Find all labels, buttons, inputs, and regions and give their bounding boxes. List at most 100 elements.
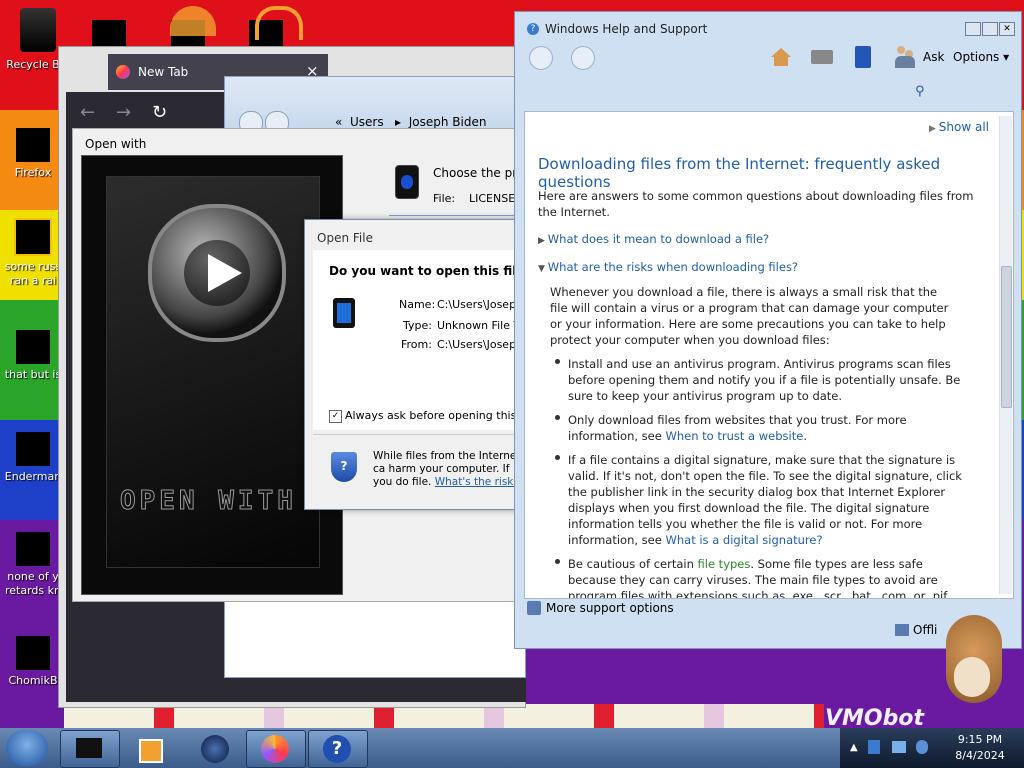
desktop-icon-file[interactable]: that but is [2,330,64,382]
faq-answer: Whenever you download a file, there is a… [550,285,949,347]
desktop-icon-file[interactable]: some russ ran a rai [2,218,64,288]
open-file-question: Do you want to open this file? [329,264,532,278]
desktop-icon-enderman[interactable]: Enderman [2,432,64,484]
tab-label: New Tab [138,65,189,79]
network-icon[interactable] [892,741,906,753]
play-button-icon [148,204,286,342]
taskbar-app-firefox[interactable] [246,730,306,768]
warning-text: While files from the Internet ca harm yo… [373,450,521,488]
icon-label: ChomikB [8,674,58,687]
name-value: C:\Users\Joseph [437,298,524,311]
dialog-title: Open with [85,137,147,151]
icon-label: Firefox [14,166,52,179]
desktop-icon-redacted[interactable] [92,20,126,46]
type-value: Unknown File T [437,319,521,332]
forward-icon[interactable] [571,46,595,70]
faq-question-2[interactable]: ▼ What are the risks when downloading fi… [538,260,798,274]
help-icon: ? [323,735,351,763]
support-icon [527,601,541,615]
icon-label: none of y retards kn [5,570,61,597]
print-icon[interactable] [811,50,833,64]
start-button[interactable] [6,730,48,766]
app-icon [16,636,50,670]
back-icon[interactable] [529,46,553,70]
article-heading: Downloading files from the Internet: fre… [538,155,941,191]
app-icon [16,432,50,466]
bullet-icon [553,556,561,564]
offline-icon [895,624,909,636]
taskbar-app-media[interactable] [122,730,182,768]
icon-label: that but is [4,368,62,381]
checkbox-label: Always ask before opening this file [345,409,537,422]
search-icon[interactable]: ⚲ [915,84,925,99]
tray-app-icon[interactable] [868,740,880,754]
reload-icon[interactable]: ↻ [152,102,167,123]
help-icon: ? [527,23,539,35]
breadcrumb[interactable]: « Users ▸ Joseph Biden [335,115,486,129]
from-value: C:\Users\Joseph [437,338,524,351]
icon-label: some russ ran a rai [4,260,62,287]
close-icon[interactable]: ✕ [999,22,1015,36]
tip-file-types: Be cautious of certain file types. Some … [568,557,951,599]
name-label: Name: [399,298,436,311]
desktop-icon-firefox[interactable]: Firefox [2,128,64,180]
tip-trusted-sites: Only download files from websites that y… [568,413,907,443]
desktop-icon-recycle-bin[interactable]: Recycle B [2,58,64,72]
scrollbar[interactable] [999,116,1012,594]
maximize-icon[interactable] [982,22,998,36]
media-player-icon [170,6,216,36]
bullet-icon [553,412,561,420]
desktop-icon-chomikbox[interactable]: ChomikB [2,636,64,688]
scrollbar-thumb[interactable] [1001,266,1012,408]
file-type-icon [333,298,355,328]
home-icon[interactable] [771,48,791,66]
ask-button[interactable]: Ask [923,50,944,64]
file-name: LICENSE [469,192,516,205]
firefox-icon [16,128,50,162]
checkbox-icon[interactable]: ✓ [329,409,342,423]
firefox-icon [116,65,130,79]
minimize-icon[interactable] [965,22,981,36]
taskbar-app-globe[interactable] [184,730,244,768]
bullet-icon [553,356,561,364]
taskbar-app-help[interactable]: ? [308,730,368,768]
clock-date: 8/4/2024 [955,749,1005,762]
bullet-icon [553,452,561,460]
from-label: From: [401,338,432,351]
open-file-dialog: Open File Do you want to open this file?… [304,219,537,510]
forward-arrow-icon[interactable]: → [116,102,131,123]
whats-the-risk-link[interactable]: What's the risk? [435,476,519,488]
hamster-mascot [940,605,1004,705]
offline-status[interactable]: Offli [913,623,937,637]
clock-time: 9:15 PM [957,733,1003,746]
ask-icon[interactable] [895,46,915,68]
icon-label: Enderman [4,470,62,483]
volume-icon[interactable] [916,740,928,754]
security-shield-icon: ? [331,452,357,482]
file-label: File: [433,192,456,205]
digital-signature-link[interactable]: What is a digital signature? [665,533,822,547]
back-arrow-icon[interactable]: ← [80,102,95,123]
taskbar-app-open-with[interactable] [60,730,120,768]
icon-label: Recycle B [6,58,60,71]
tray-expand-icon[interactable]: ▲ [850,742,858,753]
file-types-link[interactable]: file types [698,557,751,571]
tip-digital-signature: If a file contains a digital signature, … [568,453,962,547]
desktop-icon-file[interactable]: none of y retards kn [2,532,64,598]
dialog-title: Open File [317,231,373,245]
clock[interactable]: 9:15 PM 8/4/2024 [950,733,1010,762]
browse-help-icon[interactable] [855,46,871,68]
file-icon [16,330,50,364]
trust-website-link[interactable]: When to trust a website [665,429,803,443]
options-menu[interactable]: Options ▾ [953,50,1009,64]
file-icon [14,218,52,256]
always-ask-checkbox[interactable]: ✓ Always ask before opening this file [329,409,537,423]
window-title: Windows Help and Support [545,22,708,36]
help-and-support-window: ? Windows Help and Support ✕ Ask Options… [514,11,1022,649]
recycle-bin-icon [20,8,56,52]
show-all-link[interactable]: ▶ Show all [929,120,989,134]
faq-question-1[interactable]: ▶ What does it mean to download a file? [538,232,769,246]
more-support-options[interactable]: More support options [546,601,674,615]
system-tray: ▲ 9:15 PM 8/4/2024 [840,728,1024,768]
program-icon [395,165,419,199]
